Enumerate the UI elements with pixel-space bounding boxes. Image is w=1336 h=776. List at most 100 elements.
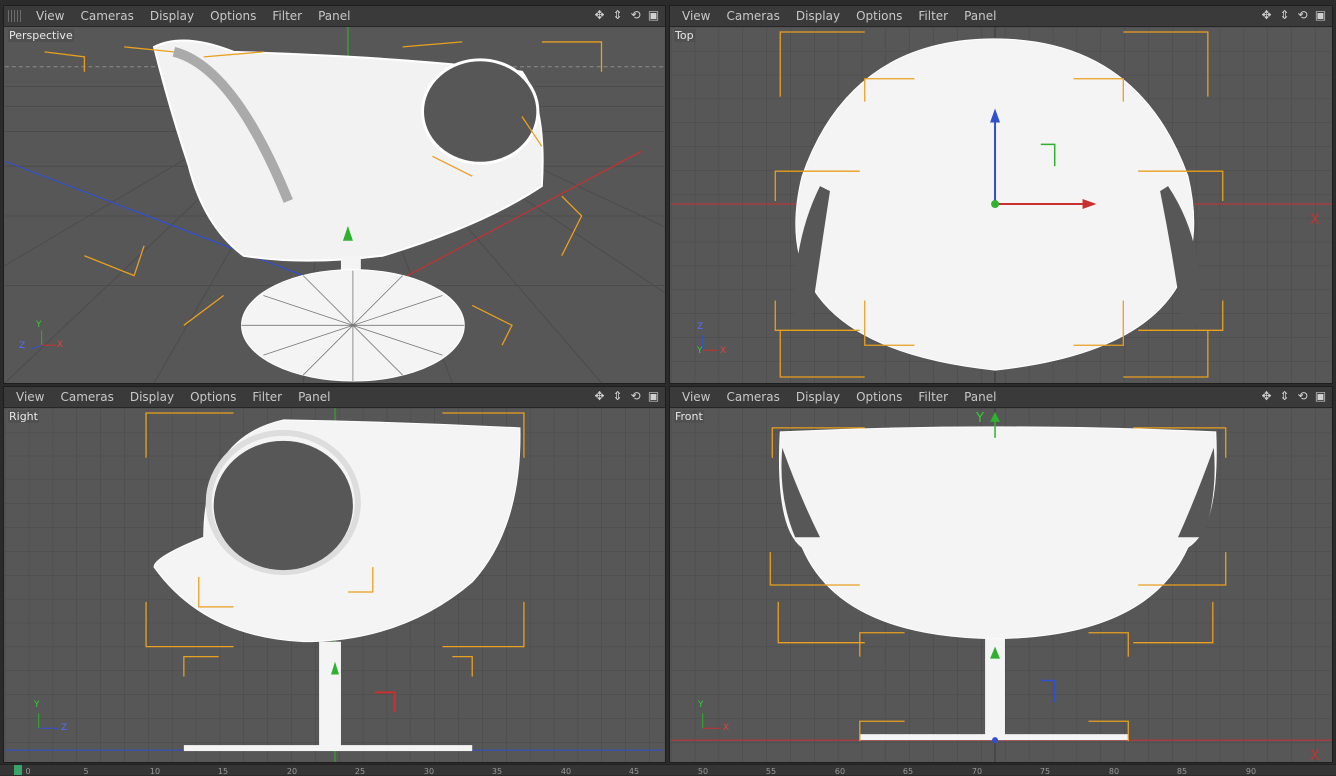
timeline-tick: 85 bbox=[1176, 767, 1188, 776]
viewport-right[interactable]: View Cameras Display Options Filter Pane… bbox=[3, 386, 666, 763]
viewport-label-top[interactable]: Top bbox=[674, 29, 695, 42]
maximize-view-icon[interactable]: ▣ bbox=[646, 8, 661, 23]
viewport-tools: ✥ ⇕ ⟲ ▣ bbox=[1259, 8, 1328, 23]
timeline-tick: 0 bbox=[25, 767, 31, 776]
viewport-menu: View Cameras Display Options Filter Pane… bbox=[28, 6, 358, 26]
right-scene bbox=[4, 408, 665, 762]
viewport-label-right[interactable]: Right bbox=[8, 410, 39, 423]
cinema4d-editor: View Cameras Display Options Filter Pane… bbox=[0, 0, 1336, 776]
timeline-tick: 15 bbox=[217, 767, 229, 776]
timeline-tick: 45 bbox=[628, 767, 640, 776]
grip-handle-icon[interactable] bbox=[8, 10, 22, 22]
menu-options[interactable]: Options bbox=[182, 387, 244, 407]
menu-options[interactable]: Options bbox=[848, 6, 910, 26]
axis-label-x-far: X bbox=[1310, 748, 1320, 763]
viewport-perspective[interactable]: View Cameras Display Options Filter Pane… bbox=[3, 5, 666, 384]
viewport-menubar: View Cameras Display Options Filter Pane… bbox=[670, 387, 1332, 408]
viewport-front[interactable]: View Cameras Display Options Filter Pane… bbox=[669, 386, 1333, 763]
menu-filter[interactable]: Filter bbox=[910, 387, 956, 407]
timeline-tick: 40 bbox=[560, 767, 572, 776]
timeline-tick: 30 bbox=[423, 767, 435, 776]
menu-view[interactable]: View bbox=[674, 387, 718, 407]
axis-label-x-far: X bbox=[1310, 212, 1320, 228]
top-canvas[interactable]: X Z X Y bbox=[670, 27, 1332, 383]
viewport-menu: View Cameras Display Options Filter Pane… bbox=[8, 387, 338, 407]
menu-display[interactable]: Display bbox=[142, 6, 202, 26]
viewport-menubar: View Cameras Display Options Filter Pane… bbox=[4, 6, 665, 27]
viewport-tools: ✥ ⇕ ⟲ ▣ bbox=[592, 389, 661, 404]
top-scene bbox=[670, 27, 1332, 383]
maximize-view-icon[interactable]: ▣ bbox=[1313, 8, 1328, 23]
axis-label-y-far: Y bbox=[976, 411, 984, 426]
axis-label-x: X bbox=[57, 340, 64, 350]
menu-filter[interactable]: Filter bbox=[244, 387, 290, 407]
menu-cameras[interactable]: Cameras bbox=[718, 387, 787, 407]
timeline-tick: 90 bbox=[1245, 767, 1257, 776]
axis-label-y: Y bbox=[697, 346, 703, 356]
timeline-tick: 55 bbox=[765, 767, 777, 776]
zoom-view-icon[interactable]: ⇕ bbox=[1277, 8, 1292, 23]
timeline-tick: 20 bbox=[286, 767, 298, 776]
axis-label-y: Y bbox=[34, 700, 40, 710]
timeline-tick: 10 bbox=[149, 767, 161, 776]
timeline-ruler[interactable]: 0 5 10 15 20 25 30 35 40 45 50 55 60 65 … bbox=[0, 764, 1336, 776]
menu-filter[interactable]: Filter bbox=[910, 6, 956, 26]
timeline-tick: 25 bbox=[354, 767, 366, 776]
viewport-menu: View Cameras Display Options Filter Pane… bbox=[674, 6, 1004, 26]
menu-cameras[interactable]: Cameras bbox=[718, 6, 787, 26]
menu-panel[interactable]: Panel bbox=[956, 6, 1004, 26]
menu-panel[interactable]: Panel bbox=[956, 387, 1004, 407]
menu-view[interactable]: View bbox=[8, 387, 52, 407]
viewport-top[interactable]: View Cameras Display Options Filter Pane… bbox=[669, 5, 1333, 384]
front-scene bbox=[670, 408, 1332, 762]
menu-cameras[interactable]: Cameras bbox=[52, 387, 121, 407]
menu-display[interactable]: Display bbox=[788, 387, 848, 407]
zoom-view-icon[interactable]: ⇕ bbox=[610, 8, 625, 23]
menu-display[interactable]: Display bbox=[788, 6, 848, 26]
menu-panel[interactable]: Panel bbox=[310, 6, 358, 26]
timeline-tick: 65 bbox=[902, 767, 914, 776]
axis-label-z: Z bbox=[19, 341, 26, 351]
viewport-label-perspective[interactable]: Perspective bbox=[8, 29, 74, 42]
timeline-tick: 75 bbox=[1039, 767, 1051, 776]
axis-label-x: X bbox=[720, 346, 727, 356]
rotate-view-icon[interactable]: ⟲ bbox=[1295, 389, 1310, 404]
menu-cameras[interactable]: Cameras bbox=[72, 6, 141, 26]
maximize-view-icon[interactable]: ▣ bbox=[1313, 389, 1328, 404]
rotate-view-icon[interactable]: ⟲ bbox=[628, 389, 643, 404]
timeline-tick: 35 bbox=[491, 767, 503, 776]
menu-filter[interactable]: Filter bbox=[264, 6, 310, 26]
axis-label-y: Y bbox=[36, 320, 42, 330]
timeline-tick: 5 bbox=[83, 767, 89, 776]
axis-label-z: Z bbox=[697, 322, 704, 332]
menu-display[interactable]: Display bbox=[122, 387, 182, 407]
menu-view[interactable]: View bbox=[28, 6, 72, 26]
menu-options[interactable]: Options bbox=[202, 6, 264, 26]
menu-options[interactable]: Options bbox=[848, 387, 910, 407]
right-canvas[interactable]: Y Z bbox=[4, 408, 665, 762]
move-view-icon[interactable]: ✥ bbox=[592, 389, 607, 404]
viewport-label-front[interactable]: Front bbox=[674, 410, 704, 423]
move-view-icon[interactable]: ✥ bbox=[1259, 389, 1274, 404]
axis-label-x: X bbox=[723, 723, 730, 733]
zoom-view-icon[interactable]: ⇕ bbox=[610, 389, 625, 404]
axis-label-y: Y bbox=[698, 700, 704, 710]
move-view-icon[interactable]: ✥ bbox=[592, 8, 607, 23]
perspective-scene bbox=[4, 27, 665, 383]
rotate-view-icon[interactable]: ⟲ bbox=[1295, 8, 1310, 23]
timeline-tick: 70 bbox=[971, 767, 983, 776]
move-view-icon[interactable]: ✥ bbox=[1259, 8, 1274, 23]
front-canvas[interactable]: Y X Y X bbox=[670, 408, 1332, 762]
zoom-view-icon[interactable]: ⇕ bbox=[1277, 389, 1292, 404]
viewport-tools: ✥ ⇕ ⟲ ▣ bbox=[592, 8, 661, 23]
menu-view[interactable]: View bbox=[674, 6, 718, 26]
viewport-tools: ✥ ⇕ ⟲ ▣ bbox=[1259, 389, 1328, 404]
perspective-canvas[interactable]: Y X Z bbox=[4, 27, 665, 383]
timeline-tick: 50 bbox=[697, 767, 709, 776]
menu-panel[interactable]: Panel bbox=[290, 387, 338, 407]
maximize-view-icon[interactable]: ▣ bbox=[646, 389, 661, 404]
timeline-tick: 60 bbox=[834, 767, 846, 776]
viewport-menu: View Cameras Display Options Filter Pane… bbox=[674, 387, 1004, 407]
viewport-menubar: View Cameras Display Options Filter Pane… bbox=[670, 6, 1332, 27]
rotate-view-icon[interactable]: ⟲ bbox=[628, 8, 643, 23]
